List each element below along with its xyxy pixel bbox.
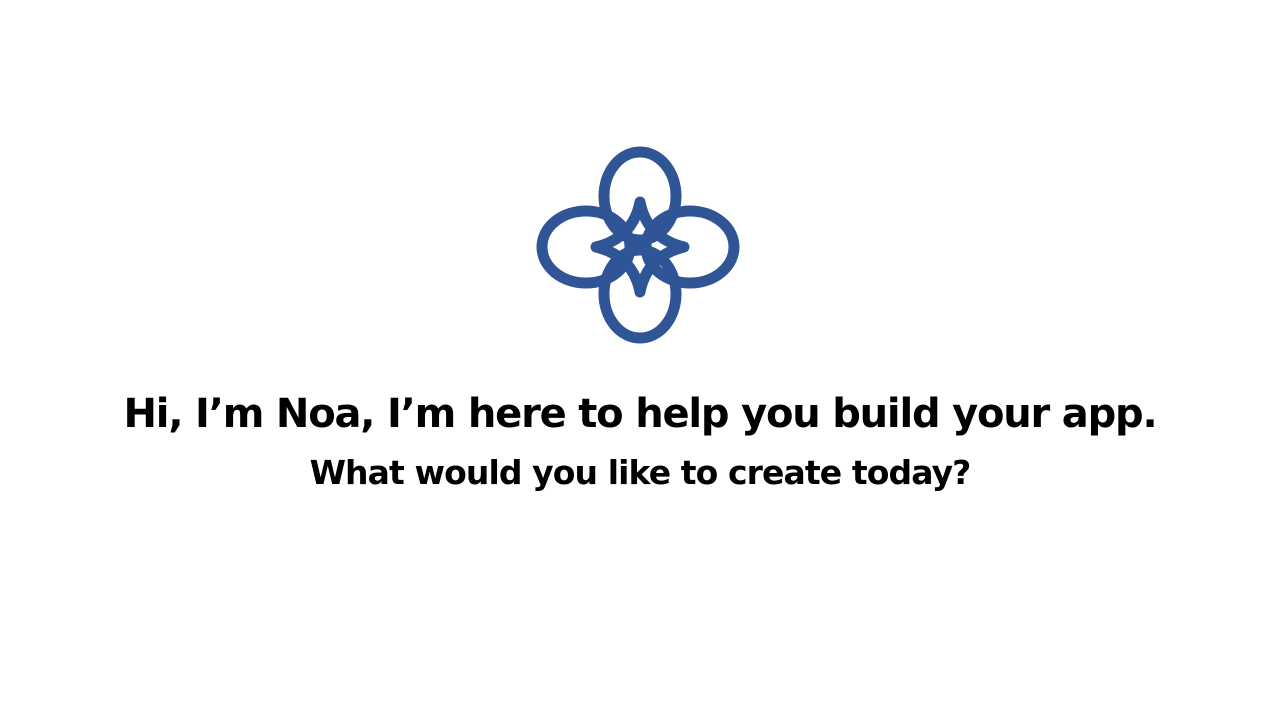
sparkle-flower-logo-icon: [536, 146, 744, 354]
prompt-subheading: What would you like to create today?: [309, 453, 972, 492]
welcome-screen: Hi, I’m Noa, I’m here to help you build …: [0, 0, 1280, 720]
greeting-heading: Hi, I’m Noa, I’m here to help you build …: [123, 391, 1158, 437]
